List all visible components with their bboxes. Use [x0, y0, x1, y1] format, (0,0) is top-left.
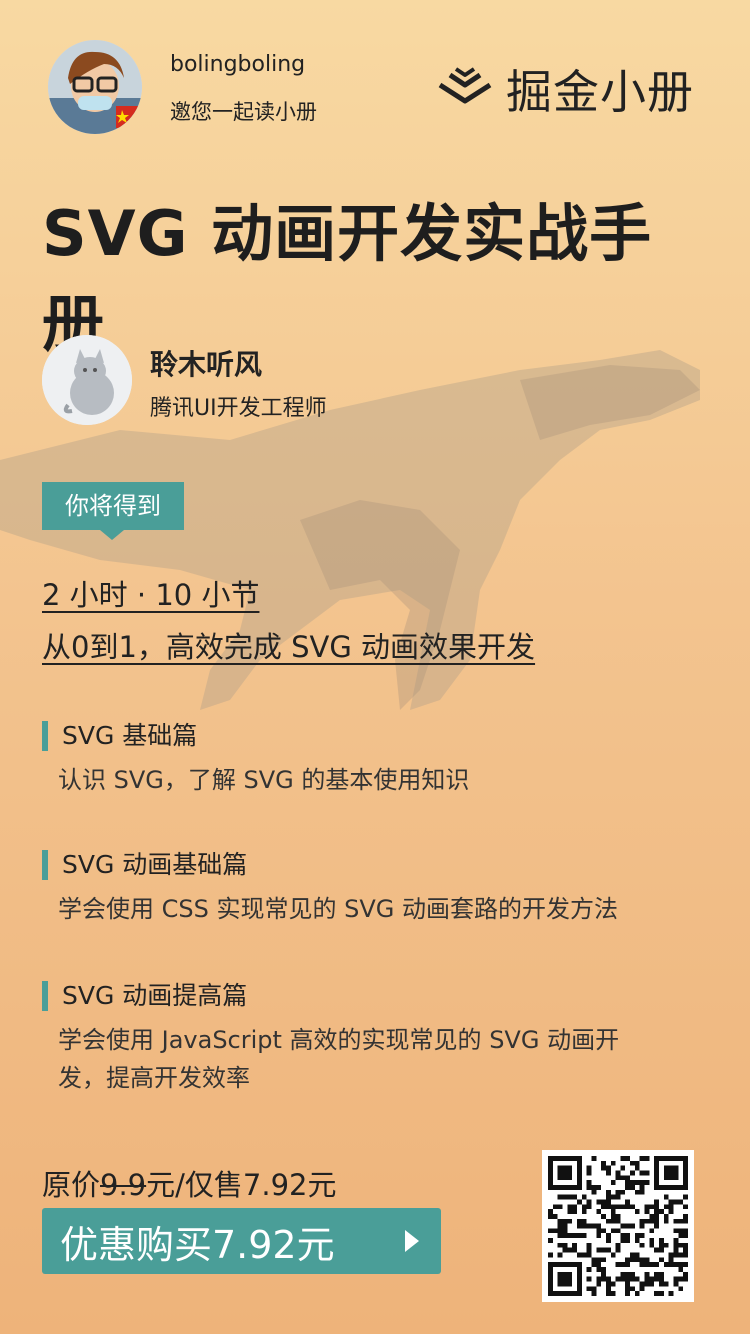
section-desc: 学会使用 CSS 实现常见的 SVG 动画套路的开发方法 [58, 895, 618, 923]
original-price: 9.9 [100, 1168, 147, 1202]
section-basics: SVG 基础篇 认识 SVG，了解 SVG 的基本使用知识 [42, 721, 702, 799]
author-avatar [42, 335, 132, 425]
gain-duration: 2 小时 · 10 小节 [42, 578, 260, 612]
section-animation-basics: SVG 动画基础篇 学会使用 CSS 实现常见的 SVG 动画套路的开发方法 [42, 850, 702, 928]
section-desc: 学会使用 JavaScript 高效的实现常见的 SVG 动画开发，提高开发效率 [58, 1026, 620, 1092]
share-header: bolingboling 邀您一起读小册 掘金小册 [48, 40, 708, 136]
buy-button[interactable]: 优惠购买7.92元 [42, 1208, 441, 1274]
qr-code [542, 1150, 694, 1302]
play-arrow-icon [405, 1230, 419, 1252]
gain-summary: 从0到1，高效完成 SVG 动画效果开发 [42, 630, 536, 664]
price-info: 原价9.9元/仅售7.92元 [42, 1162, 337, 1204]
section-title: SVG 基础篇 [42, 721, 702, 751]
section-desc: 认识 SVG，了解 SVG 的基本使用知识 [58, 766, 470, 794]
brand-name: 掘金小册 [506, 65, 694, 119]
author-title: 腾讯UI开发工程师 [150, 396, 327, 421]
section-animation-advanced: SVG 动画提高篇 学会使用 JavaScript 高效的实现常见的 SVG 动… [42, 981, 702, 1097]
section-title: SVG 动画基础篇 [42, 850, 702, 880]
author-card: 聆木听风 腾讯UI开发工程师 [42, 335, 542, 427]
buy-button-label: 优惠购买7.92元 [60, 1222, 335, 1267]
original-price-label: 原价 [42, 1168, 101, 1202]
price-unit: 元 [146, 1168, 176, 1202]
author-name: 聆木听风 [150, 348, 263, 381]
section-title: SVG 动画提高篇 [42, 981, 702, 1011]
username: bolingboling [170, 52, 306, 77]
sale-price: /仅售7.92元 [175, 1168, 337, 1202]
invite-text: 邀您一起读小册 [170, 100, 317, 124]
brand-logo: 掘金小册 [436, 56, 694, 122]
gain-tag: 你将得到 [42, 482, 184, 540]
user-avatar [48, 40, 142, 134]
qr-code-icon [548, 1156, 688, 1296]
juejin-logo-icon [438, 67, 492, 104]
